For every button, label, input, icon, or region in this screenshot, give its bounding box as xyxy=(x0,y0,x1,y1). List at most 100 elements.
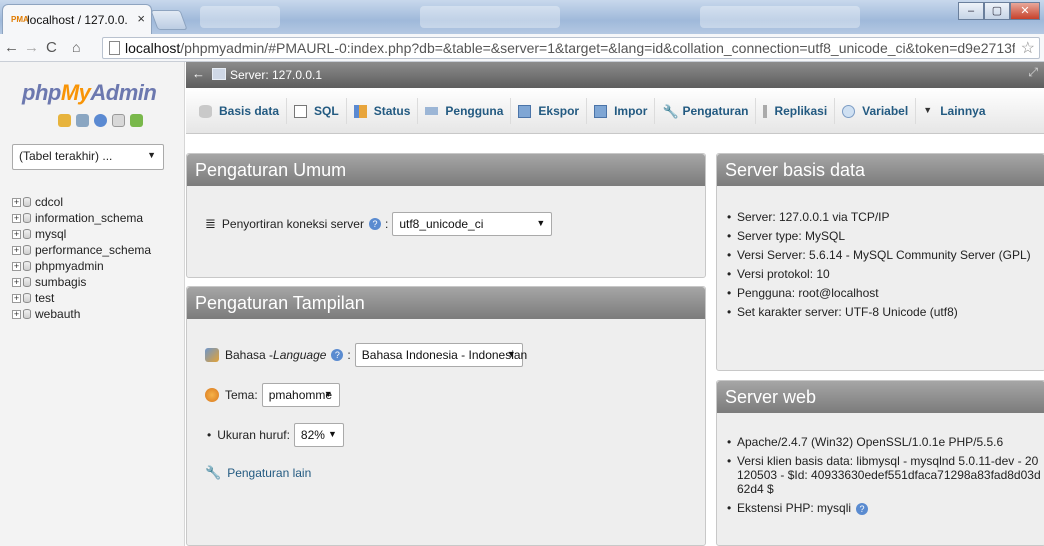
maximize-icon[interactable]: ▢ xyxy=(984,2,1010,20)
blurred-region xyxy=(420,6,560,28)
database-item[interactable]: + cdcol xyxy=(12,194,151,210)
phpmyadmin-logo[interactable]: phpMyAdmin xyxy=(22,80,157,106)
database-icon xyxy=(23,277,31,287)
window-close-icon[interactable]: ✕ xyxy=(1010,2,1040,20)
blurred-region xyxy=(200,6,280,28)
more-settings-link[interactable]: Pengaturan lain xyxy=(227,466,311,480)
list-item: Pengguna: root@localhost xyxy=(725,286,1043,300)
tab-databases[interactable]: Basis data xyxy=(192,98,288,124)
status-icon xyxy=(353,104,367,118)
database-icon xyxy=(23,213,31,223)
database-item[interactable]: + sumbagis xyxy=(12,274,151,290)
list-item: Apache/2.4.7 (Win32) OpenSSL/1.0.1e PHP/… xyxy=(725,435,1043,449)
database-icon xyxy=(23,293,31,303)
collapse-panel-icon[interactable]: ← xyxy=(192,66,206,82)
list-icon: ≣ xyxy=(205,216,216,231)
panel-title: Pengaturan Umum xyxy=(187,154,705,186)
tab-settings[interactable]: 🔧 Pengaturan xyxy=(655,98,757,124)
general-settings-panel: Pengaturan Umum ≣ Penyortiran koneksi se… xyxy=(186,153,706,278)
database-icon xyxy=(199,104,212,118)
documentation-icon[interactable] xyxy=(112,114,125,127)
list-item: Ekstensi PHP: mysqli? xyxy=(725,501,1043,515)
wrench-icon: 🔧 xyxy=(662,103,679,119)
server-link[interactable]: Server: 127.0.0.1 xyxy=(230,68,322,82)
help-icon[interactable]: ? xyxy=(856,503,869,515)
language-row: Bahasa - Language ? : Bahasa Indonesia -… xyxy=(205,343,527,367)
language-select[interactable]: Bahasa Indonesia - Indonesian ▼ xyxy=(354,343,527,367)
appearance-settings-panel: Pengaturan Tampilan Bahasa - Language ? … xyxy=(186,286,706,546)
home-icon[interactable] xyxy=(58,114,71,127)
theme-select[interactable]: pmahomme ▼ xyxy=(261,383,340,407)
address-bar-row: ← → C ⌂ localhost/phpmyadmin/#PMAURL-0:i… xyxy=(0,34,1044,62)
tab-users[interactable]: Pengguna xyxy=(418,98,512,124)
expand-icon[interactable]: + xyxy=(12,229,21,239)
expand-icon[interactable]: + xyxy=(12,277,21,287)
reload-icon[interactable]: C xyxy=(46,39,57,56)
home-icon[interactable]: ⌂ xyxy=(72,39,80,55)
settings-icon[interactable] xyxy=(130,114,143,127)
logout-icon[interactable] xyxy=(76,114,89,127)
import-icon xyxy=(594,104,608,118)
expand-icon[interactable]: + xyxy=(12,293,21,303)
tab-more[interactable]: ▼ Lainnya xyxy=(916,98,992,124)
chevron-down-icon: ▼ xyxy=(147,150,156,160)
chevron-down-icon: ▼ xyxy=(923,104,933,115)
database-icon xyxy=(23,229,31,239)
database-tree: + cdcol + information_schema + mysql + perfo… xyxy=(12,194,151,322)
language-icon xyxy=(205,348,219,362)
expand-icon[interactable]: + xyxy=(12,309,21,319)
font-size-select[interactable]: 82% ▼ xyxy=(293,423,344,447)
maximize-icon[interactable]: ⤢ xyxy=(1028,65,1038,80)
expand-icon[interactable]: + xyxy=(12,245,21,255)
server-icon xyxy=(212,68,226,80)
tab-sql[interactable]: SQL xyxy=(287,98,347,124)
list-item: Server: 127.0.0.1 via TCP/IP xyxy=(725,210,1043,224)
list-item: Versi protokol: 10 xyxy=(725,267,1043,281)
tab-export[interactable]: Ekspor xyxy=(511,98,588,124)
tab-status[interactable]: Status xyxy=(347,98,419,124)
chevron-down-icon: ▼ xyxy=(506,349,516,359)
recent-tables-select[interactable]: (Tabel terakhir) ... ▼ xyxy=(12,144,164,170)
database-item[interactable]: + test xyxy=(12,290,151,306)
database-icon xyxy=(23,197,31,207)
blurred-region xyxy=(700,6,860,28)
list-item: Set karakter server: UTF-8 Unicode (utf8… xyxy=(725,305,1043,319)
users-icon xyxy=(425,107,439,115)
help-icon[interactable]: ? xyxy=(331,349,344,361)
database-item[interactable]: + information_schema xyxy=(12,210,151,226)
new-tab-button[interactable] xyxy=(150,10,188,30)
database-item[interactable]: + performance_schema xyxy=(12,242,151,258)
expand-icon[interactable]: + xyxy=(12,197,21,207)
theme-label: Tema: xyxy=(225,388,258,402)
url-input[interactable]: localhost/phpmyadmin/#PMAURL-0:index.php… xyxy=(102,37,1040,59)
expand-icon[interactable]: + xyxy=(12,213,21,223)
font-size-label: Ukuran huruf: xyxy=(217,428,290,442)
close-tab-icon[interactable]: × xyxy=(137,11,145,26)
url-text: localhost/phpmyadmin/#PMAURL-0:index.php… xyxy=(125,40,1015,56)
list-item: Server type: MySQL xyxy=(725,229,1043,243)
database-item[interactable]: + mysql xyxy=(12,226,151,242)
database-server-info: Server: 127.0.0.1 via TCP/IP Server type… xyxy=(725,210,1043,324)
bookmark-star-icon[interactable]: ☆ xyxy=(1021,38,1035,58)
help-icon[interactable] xyxy=(94,114,107,127)
browser-tab[interactable]: PMA localhost / 127.0.0.1 | php × xyxy=(2,4,152,34)
database-icon xyxy=(23,245,31,255)
minimize-icon[interactable]: – xyxy=(958,2,984,20)
back-arrow-icon[interactable]: ← xyxy=(4,39,19,56)
list-item: Versi Server: 5.6.14 - MySQL Community S… xyxy=(725,248,1043,262)
tab-replication[interactable]: Replikasi xyxy=(756,98,836,124)
list-item: Versi klien basis data: libmysql - mysql… xyxy=(725,454,1043,496)
top-menu: Basis data SQL Status Pengguna Ekspor Im… xyxy=(186,88,1044,134)
help-icon[interactable]: ? xyxy=(368,218,381,230)
browser-tab-strip: PMA localhost / 127.0.0.1 | php × – ▢ ✕ xyxy=(0,0,1044,34)
database-icon xyxy=(23,261,31,271)
server-breadcrumb: ← Server: 127.0.0.1 ⤢ xyxy=(186,62,1044,88)
collation-select[interactable]: utf8_unicode_ci ▼ xyxy=(392,212,553,236)
panel-title: Server web xyxy=(717,381,1044,413)
tab-variables[interactable]: Variabel xyxy=(835,98,917,124)
tab-import[interactable]: Impor xyxy=(587,98,656,124)
expand-icon[interactable]: + xyxy=(12,261,21,271)
database-item[interactable]: + webauth xyxy=(12,306,151,322)
database-item[interactable]: + phpmyadmin xyxy=(12,258,151,274)
forward-arrow-icon[interactable]: → xyxy=(24,39,39,56)
